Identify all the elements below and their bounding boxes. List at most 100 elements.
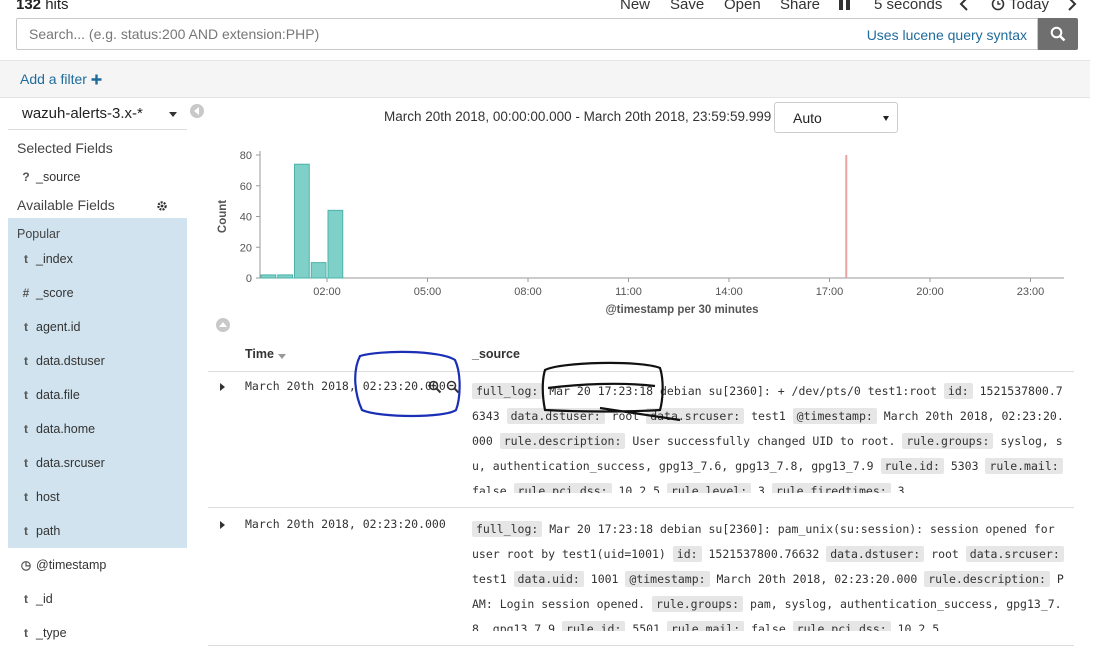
y-tick-label: 0 bbox=[246, 273, 252, 285]
x-axis-label: @timestamp per 30 minutes bbox=[605, 304, 758, 316]
interval-select[interactable]: Auto bbox=[774, 102, 898, 133]
gear-icon[interactable] bbox=[156, 199, 168, 215]
field-type-icon: t bbox=[24, 456, 28, 470]
expand-row-icon[interactable] bbox=[220, 383, 225, 391]
field-name: _index bbox=[36, 252, 73, 266]
source-field-key: id: bbox=[943, 383, 973, 399]
field-item-score[interactable]: # _score bbox=[8, 276, 187, 310]
x-tick-label: 05:00 bbox=[414, 286, 442, 298]
x-tick-label: 14:00 bbox=[715, 286, 743, 298]
hits-label: hits bbox=[45, 0, 69, 13]
field-name: data.file bbox=[36, 388, 80, 402]
field-item-data-dstuser[interactable]: t data.dstuser bbox=[8, 344, 187, 378]
source-field-key: full_log: bbox=[472, 521, 543, 537]
selected-fields-title: Selected Fields bbox=[17, 140, 113, 156]
search-input[interactable]: Search... (e.g. status:200 AND extension… bbox=[16, 18, 1038, 50]
field-item-index[interactable]: t _index bbox=[8, 242, 187, 276]
open-button[interactable]: Open bbox=[724, 0, 761, 13]
source-field-key: @timestamp: bbox=[792, 408, 877, 424]
source-field-value: 1521537800.76632 bbox=[701, 547, 827, 561]
source-field-value: 10.2.5 bbox=[611, 484, 667, 493]
field-item-timestamp[interactable]: ◷ @timestamp bbox=[8, 548, 187, 582]
field-item-id[interactable]: t _id bbox=[8, 582, 187, 616]
scroll-up-icon[interactable] bbox=[216, 318, 230, 332]
search-icon bbox=[1050, 26, 1066, 42]
new-button[interactable]: New bbox=[620, 0, 650, 13]
source-field-key: rule.mail: bbox=[666, 621, 745, 631]
x-tick-label: 20:00 bbox=[916, 286, 944, 298]
zoom-out-icon[interactable] bbox=[446, 380, 460, 397]
chevron-right-icon[interactable] bbox=[1066, 0, 1078, 15]
source-field-value: 3 bbox=[751, 484, 772, 493]
field-item-path[interactable]: t path bbox=[8, 514, 187, 548]
sort-down-icon[interactable] bbox=[278, 354, 286, 359]
field-name: _source bbox=[36, 170, 81, 184]
clock-icon bbox=[991, 0, 1005, 15]
histogram-svg[interactable]: 0 20 40 60 80 02:00 05:00 08:00 11:00 14:00 17:00 2… bbox=[212, 145, 1072, 325]
column-header-time[interactable]: Time bbox=[245, 347, 274, 361]
field-type-icon: t bbox=[24, 320, 28, 334]
add-filter-button[interactable]: Add a filter bbox=[20, 71, 102, 87]
index-pattern-select[interactable]: wazuh-alerts-3.x-* bbox=[8, 98, 187, 130]
source-field-key: full_log: bbox=[472, 383, 543, 399]
x-tick-label: 17:00 bbox=[816, 286, 844, 298]
source-field-key: id: bbox=[672, 546, 702, 562]
zoom-in-icon[interactable] bbox=[428, 380, 442, 397]
column-header-source: _source bbox=[472, 347, 520, 361]
field-item-agent-id[interactable]: t agent.id bbox=[8, 310, 187, 344]
plus-icon bbox=[91, 74, 102, 85]
field-type-icon: t bbox=[24, 490, 28, 504]
field-item-source[interactable]: ? _source bbox=[8, 160, 187, 194]
field-item-type[interactable]: t _type bbox=[8, 616, 187, 650]
source-field-key: rule.firedtimes: bbox=[771, 483, 891, 493]
field-name: _score bbox=[36, 286, 74, 300]
time-range-picker[interactable]: Today bbox=[1009, 0, 1049, 13]
y-tick-label: 40 bbox=[240, 212, 252, 224]
field-name: data.dstuser bbox=[36, 354, 105, 368]
hits-counter: 132 hits bbox=[16, 0, 69, 13]
collapse-sidebar-icon[interactable] bbox=[190, 104, 204, 118]
source-field-value: User successfully changed UID to root. bbox=[625, 434, 903, 448]
clock-icon: ◷ bbox=[20, 558, 32, 572]
field-type-icon: t bbox=[24, 524, 28, 538]
histogram-chart: 0 20 40 60 80 02:00 05:00 08:00 11:00 14:00 17:00 2… bbox=[212, 145, 1072, 325]
expand-row-icon[interactable] bbox=[220, 521, 225, 529]
search-placeholder: Search... (e.g. status:200 AND extension… bbox=[29, 26, 320, 42]
hits-count: 132 bbox=[16, 0, 42, 13]
save-button[interactable]: Save bbox=[670, 0, 704, 13]
field-item-host[interactable]: t host bbox=[8, 480, 187, 514]
source-field-value: March 20th 2018, 02:23:20.000 bbox=[709, 572, 925, 586]
field-name: @timestamp bbox=[36, 558, 107, 572]
field-type-icon: ? bbox=[22, 170, 30, 184]
source-field-key: data.srcuser: bbox=[965, 546, 1064, 562]
field-type-icon: t bbox=[24, 252, 28, 266]
index-pattern-value: wazuh-alerts-3.x-* bbox=[22, 105, 143, 122]
search-bar: Search... (e.g. status:200 AND extension… bbox=[16, 18, 1078, 50]
time-range-label: March 20th 2018, 00:00:00.000 - March 20… bbox=[384, 109, 789, 124]
share-button[interactable]: Share bbox=[780, 0, 820, 13]
lucene-syntax-link[interactable]: Uses lucene query syntax bbox=[867, 27, 1027, 43]
field-name: _id bbox=[36, 592, 53, 606]
document-source: full_log: Mar 20 17:23:18 debian su[2360… bbox=[472, 379, 1064, 493]
field-item-data-home[interactable]: t data.home bbox=[8, 412, 187, 446]
field-type-icon: t bbox=[24, 626, 28, 640]
source-field-value: false bbox=[744, 622, 793, 631]
source-field-value: 10.2.5 bbox=[890, 622, 940, 631]
source-field-key: rule.pci_dss: bbox=[792, 621, 891, 631]
top-toolbar: 132 hits New Save Open Share 5 seconds T… bbox=[0, 0, 1099, 14]
pause-icon[interactable] bbox=[838, 0, 852, 16]
field-item-data-srcuser[interactable]: t data.srcuser bbox=[8, 446, 187, 480]
chevron-left-icon[interactable] bbox=[958, 0, 970, 15]
interval-value: Auto bbox=[793, 110, 822, 126]
source-field-key: rule.groups: bbox=[652, 596, 744, 612]
field-name: path bbox=[36, 524, 61, 538]
histogram-bar bbox=[260, 274, 277, 279]
source-field-key: rule.level: bbox=[666, 483, 752, 493]
refresh-interval[interactable]: 5 seconds bbox=[874, 0, 942, 13]
x-tick-label: 02:00 bbox=[313, 286, 341, 298]
search-button[interactable] bbox=[1038, 18, 1078, 50]
field-item-data-file[interactable]: t data.file bbox=[8, 378, 187, 412]
document-source: full_log: Mar 20 17:23:18 debian su[2360… bbox=[472, 517, 1064, 631]
field-name: data.srcuser bbox=[36, 456, 105, 470]
source-field-key: rule.id: bbox=[880, 458, 944, 474]
